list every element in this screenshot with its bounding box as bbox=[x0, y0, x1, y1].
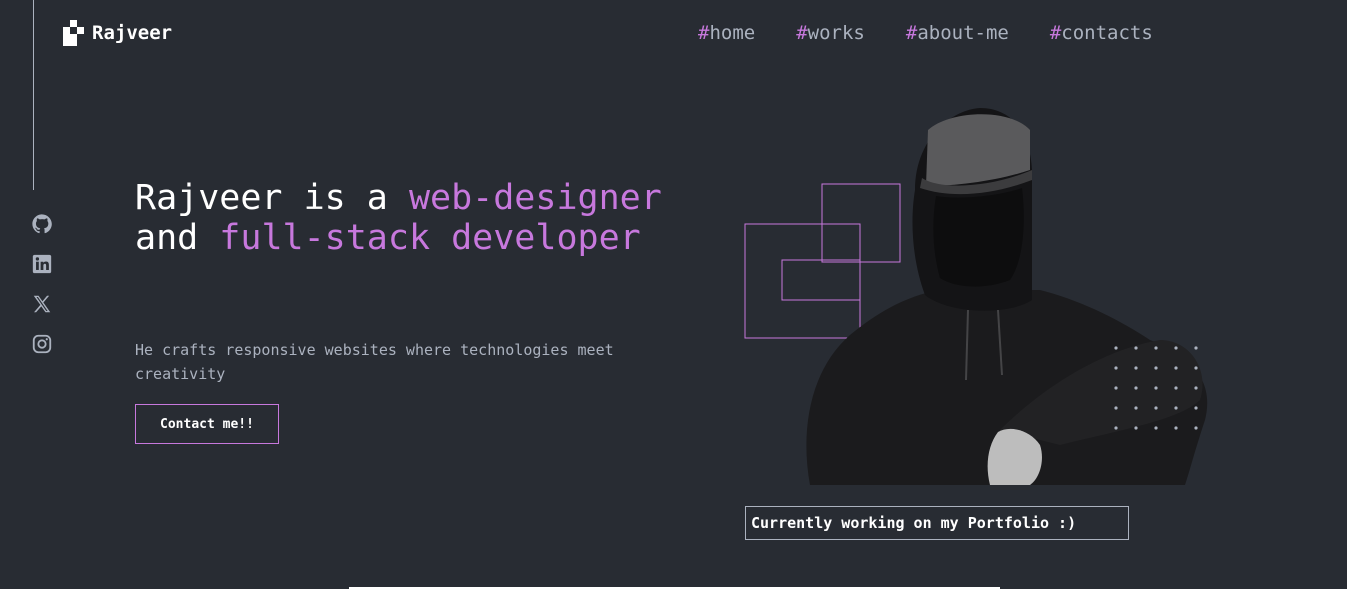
hooded-figure-image bbox=[806, 108, 1208, 485]
brand-name: Rajveer bbox=[92, 22, 173, 44]
nav-works[interactable]: #works bbox=[796, 22, 865, 44]
x-icon[interactable] bbox=[30, 288, 54, 320]
hero-illustration bbox=[744, 108, 1208, 485]
contact-me-button[interactable]: Contact me!! bbox=[135, 404, 279, 444]
hero-subtitle: He crafts responsive websites where tech… bbox=[135, 341, 614, 383]
portfolio-page: Rajveer #home #works #about-me #contacts… bbox=[0, 0, 1347, 589]
main-nav: #home #works #about-me #contacts bbox=[698, 22, 1153, 44]
nav-home[interactable]: #home bbox=[698, 22, 755, 44]
nav-about-me[interactable]: #about-me bbox=[906, 22, 1009, 44]
side-divider-line bbox=[33, 0, 34, 190]
social-links bbox=[30, 208, 54, 360]
status-text: Currently working on my Portfolio :) bbox=[751, 514, 1077, 532]
github-icon[interactable] bbox=[30, 208, 54, 240]
status-message: Currently working on my Portfolio :) bbox=[745, 506, 1129, 540]
nav-contacts[interactable]: #contacts bbox=[1050, 22, 1153, 44]
linkedin-icon[interactable] bbox=[30, 248, 54, 280]
hero-title: Rajveer is a web-designer and full-stack… bbox=[135, 178, 662, 258]
pixel-logo-icon bbox=[63, 20, 84, 46]
brand-logo[interactable]: Rajveer bbox=[63, 20, 172, 46]
instagram-icon[interactable] bbox=[30, 328, 54, 360]
